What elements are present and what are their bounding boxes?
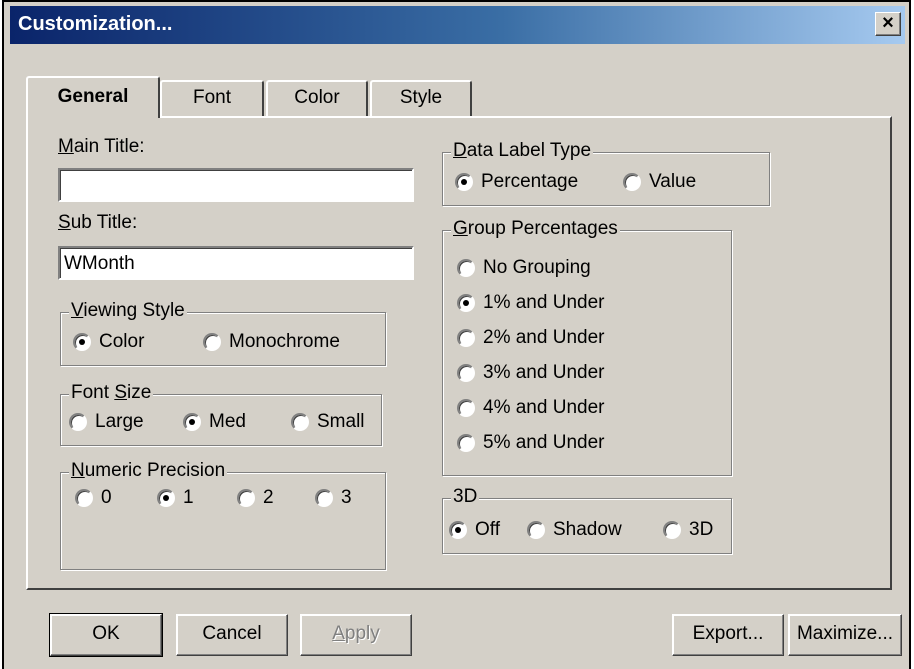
radio-large[interactable]: Large: [69, 411, 144, 433]
radio-4-percent[interactable]: 4% and Under: [457, 397, 604, 419]
radio-3d-shadow[interactable]: Shadow: [527, 519, 622, 541]
radio-color[interactable]: Color: [73, 331, 144, 353]
radio-indicator[interactable]: [291, 413, 309, 431]
apply-button[interactable]: Apply: [300, 614, 412, 656]
radio-percentage[interactable]: Percentage: [455, 171, 578, 193]
radio-3-percent[interactable]: 3% and Under: [457, 362, 604, 384]
radio-precision-1[interactable]: 1: [157, 487, 194, 509]
viewing-style-title: Viewing Style: [69, 300, 187, 322]
tab-style[interactable]: Style: [370, 80, 472, 116]
radio-indicator[interactable]: [69, 413, 87, 431]
sub-title-input[interactable]: WMonth: [58, 246, 414, 280]
radio-3d-3d[interactable]: 3D: [663, 519, 713, 541]
customization-dialog: Customization... × General Font Color St…: [2, 0, 911, 669]
sub-title-label: Sub Title:: [58, 212, 138, 233]
main-title-input[interactable]: [58, 168, 414, 202]
radio-indicator[interactable]: [157, 489, 175, 507]
radio-5-percent[interactable]: 5% and Under: [457, 432, 604, 454]
tab-color-label: Color: [294, 87, 340, 108]
close-icon: ×: [882, 12, 894, 34]
radio-indicator[interactable]: [315, 489, 333, 507]
export-button[interactable]: Export...: [672, 614, 784, 656]
dialog-title: Customization...: [18, 13, 173, 35]
radio-indicator[interactable]: [75, 489, 93, 507]
radio-indicator[interactable]: [203, 333, 221, 351]
radio-indicator[interactable]: [457, 329, 475, 347]
radio-indicator[interactable]: [457, 294, 475, 312]
font-size-title: Font Size: [69, 382, 154, 404]
data-label-type-group: Data Label Type Percentage Value: [442, 140, 770, 206]
general-panel: Main Title: Sub Title: WMonth Viewing St…: [26, 116, 892, 590]
cancel-button[interactable]: Cancel: [176, 614, 288, 656]
radio-2-percent[interactable]: 2% and Under: [457, 327, 604, 349]
radio-precision-3[interactable]: 3: [315, 487, 352, 509]
radio-indicator[interactable]: [457, 399, 475, 417]
maximize-button[interactable]: Maximize...: [788, 614, 902, 656]
radio-indicator[interactable]: [457, 364, 475, 382]
three-d-group: 3D Off Shadow 3D: [442, 486, 732, 554]
tab-general[interactable]: General: [26, 76, 160, 118]
radio-1-percent[interactable]: 1% and Under: [457, 292, 604, 314]
tab-general-label: General: [57, 86, 129, 107]
numeric-precision-group: Numeric Precision 0 1 2 3: [60, 460, 386, 570]
radio-small[interactable]: Small: [291, 411, 365, 433]
radio-indicator[interactable]: [663, 521, 681, 539]
viewing-style-group: Viewing Style Color Monochrome: [60, 300, 386, 366]
radio-indicator[interactable]: [457, 434, 475, 452]
group-percentages-title: Group Percentages: [451, 218, 620, 240]
tab-style-label: Style: [399, 87, 443, 108]
radio-indicator[interactable]: [449, 521, 467, 539]
radio-indicator[interactable]: [623, 173, 641, 191]
radio-indicator[interactable]: [237, 489, 255, 507]
radio-value[interactable]: Value: [623, 171, 696, 193]
data-label-type-title: Data Label Type: [451, 140, 594, 162]
radio-3d-off[interactable]: Off: [449, 519, 500, 541]
radio-med[interactable]: Med: [183, 411, 246, 433]
radio-indicator[interactable]: [73, 333, 91, 351]
font-size-group: Font Size Large Med Small: [60, 382, 382, 446]
numeric-precision-title: Numeric Precision: [69, 460, 228, 482]
group-percentages-group: Group Percentages No Grouping 1% and Und…: [442, 218, 732, 476]
radio-precision-2[interactable]: 2: [237, 487, 274, 509]
tab-font[interactable]: Font: [160, 80, 264, 116]
tab-color[interactable]: Color: [266, 80, 368, 116]
ok-button[interactable]: OK: [49, 613, 163, 657]
radio-monochrome[interactable]: Monochrome: [203, 331, 340, 353]
radio-indicator[interactable]: [455, 173, 473, 191]
title-bar[interactable]: Customization... ×: [10, 6, 905, 44]
radio-no-grouping[interactable]: No Grouping: [457, 257, 591, 279]
radio-precision-0[interactable]: 0: [75, 487, 112, 509]
three-d-title: 3D: [451, 486, 480, 508]
main-title-label: Main Title:: [58, 136, 145, 157]
radio-indicator[interactable]: [527, 521, 545, 539]
tab-font-label: Font: [192, 87, 232, 108]
close-button[interactable]: ×: [875, 12, 901, 36]
radio-indicator[interactable]: [183, 413, 201, 431]
radio-indicator[interactable]: [457, 259, 475, 277]
